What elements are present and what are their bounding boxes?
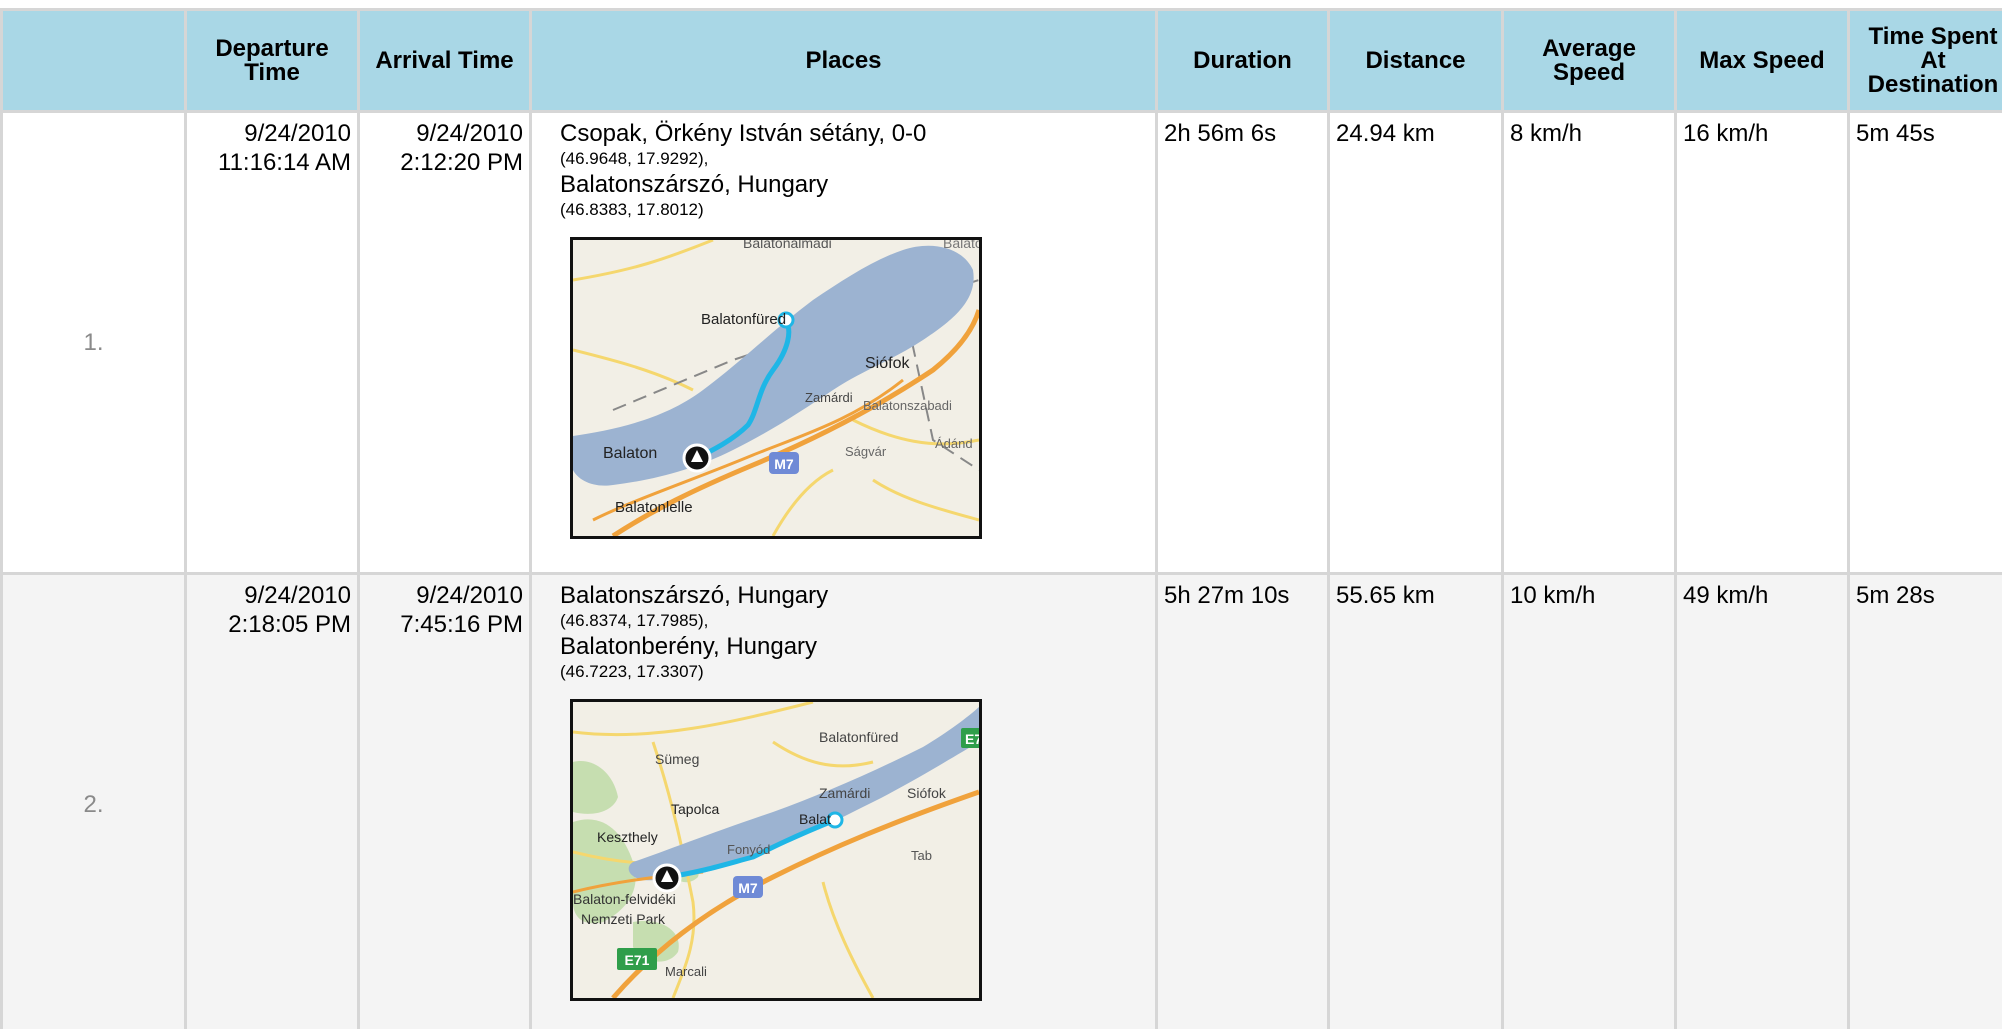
duration-cell: 2h 56m 6s <box>1155 110 1330 575</box>
departure-cell: 9/24/2010 2:18:05 PM <box>184 572 360 1029</box>
map-label: Zamárdi <box>819 785 870 801</box>
map-label: Balatonalmádi <box>743 240 832 251</box>
arrival-date: 9/24/2010 <box>416 120 523 147</box>
from-coordinates: (46.9648, 17.9292), <box>560 149 709 168</box>
time-spent-cell: 5m 28s <box>1847 572 2002 1029</box>
average-speed-cell: 8 km/h <box>1501 110 1677 575</box>
header-arrival-time[interactable]: Arrival Time <box>357 8 532 113</box>
map-label: Keszthely <box>597 829 658 845</box>
map-label: Balaton-felvidéki <box>573 891 676 907</box>
map-label: Balat <box>799 811 831 827</box>
from-place-name: Balatonszárszó, Hungary <box>560 582 829 609</box>
trips-table: Departure Time Arrival Time Places Durat… <box>0 8 2002 1029</box>
from-place-name: Csopak, Örkény István sétány, 0-0 <box>560 120 927 147</box>
map-label: M7 <box>738 880 758 896</box>
map-label: Sümeg <box>655 751 699 767</box>
map-label: Balaton <box>943 240 979 251</box>
route-map-image: M7 Balatonalmádi Balaton Balatonfüred Si… <box>573 240 979 536</box>
header-number <box>0 8 187 113</box>
map-label: Siófok <box>907 785 947 801</box>
route-map-image: M7 E7 E71 Balatonfüred Sümeg Tapolca Zam… <box>573 702 979 998</box>
table-row: 2. 9/24/2010 2:18:05 PM 9/24/2010 7:45:1… <box>0 572 2002 1029</box>
header-places[interactable]: Places <box>529 8 1158 113</box>
table-header-row: Departure Time Arrival Time Places Durat… <box>0 8 2002 113</box>
to-coordinates: (46.7223, 17.3307) <box>560 662 704 681</box>
trip-report: Departure Time Arrival Time Places Durat… <box>0 0 2002 1029</box>
distance-cell: 55.65 km <box>1327 572 1504 1029</box>
map-label: Tapolca <box>671 801 719 817</box>
map-label: Zamárdi <box>805 390 853 405</box>
map-label: Balatonszabadi <box>863 398 952 413</box>
map-label: E7 <box>965 731 979 747</box>
arrival-time: 2:12:20 PM <box>400 149 523 176</box>
arrival-time: 7:45:16 PM <box>400 611 523 638</box>
map-label: Balatonlelle <box>615 499 693 516</box>
arrival-cell: 9/24/2010 7:45:16 PM <box>357 572 532 1029</box>
map-label: Ádánd <box>935 436 973 451</box>
max-speed-cell: 49 km/h <box>1674 572 1850 1029</box>
route-map-thumbnail[interactable]: M7 E7 E71 Balatonfüred Sümeg Tapolca Zam… <box>570 699 982 1001</box>
departure-date: 9/24/2010 <box>244 120 351 147</box>
departure-cell: 9/24/2010 11:16:14 AM <box>184 110 360 575</box>
map-label: M7 <box>774 456 794 472</box>
departure-time: 11:16:14 AM <box>218 149 351 176</box>
route-map-thumbnail[interactable]: M7 Balatonalmádi Balaton Balatonfüred Si… <box>570 237 982 539</box>
map-label: Balaton <box>603 445 657 462</box>
table-row: 1. 9/24/2010 11:16:14 AM 9/24/2010 2:12:… <box>0 110 2002 575</box>
from-coordinates: (46.8374, 17.7985), <box>560 611 709 630</box>
to-place-name: Balatonszárszó, Hungary <box>560 171 829 198</box>
map-label: Balatonfüred <box>701 311 786 328</box>
to-coordinates: (46.8383, 17.8012) <box>560 200 704 219</box>
places-cell: Csopak, Örkény István sétány, 0-0 (46.96… <box>529 110 1158 575</box>
map-label: Siófok <box>865 355 910 372</box>
header-distance[interactable]: Distance <box>1327 8 1504 113</box>
distance-cell: 24.94 km <box>1327 110 1504 575</box>
places-cell: Balatonszárszó, Hungary (46.8374, 17.798… <box>529 572 1158 1029</box>
map-label: Balatonfüred <box>819 729 898 745</box>
arrival-cell: 9/24/2010 2:12:20 PM <box>357 110 532 575</box>
average-speed-cell: 10 km/h <box>1501 572 1677 1029</box>
duration-cell: 5h 27m 10s <box>1155 572 1330 1029</box>
map-label: Tab <box>911 848 932 863</box>
map-label: E71 <box>625 952 650 968</box>
map-label: Nemzeti Park <box>581 911 666 927</box>
arrival-date: 9/24/2010 <box>416 582 523 609</box>
map-label: Fonyód <box>727 842 770 857</box>
trip-number: 2. <box>0 572 187 1029</box>
departure-time: 2:18:05 PM <box>228 611 351 638</box>
map-label: Marcali <box>665 964 707 979</box>
header-time-spent[interactable]: Time Spent At Destination <box>1847 8 2002 113</box>
max-speed-cell: 16 km/h <box>1674 110 1850 575</box>
trip-number: 1. <box>0 110 187 575</box>
header-duration[interactable]: Duration <box>1155 8 1330 113</box>
header-departure-time[interactable]: Departure Time <box>184 8 360 113</box>
header-max-speed[interactable]: Max Speed <box>1674 8 1850 113</box>
to-place-name: Balatonberény, Hungary <box>560 633 818 660</box>
time-spent-cell: 5m 45s <box>1847 110 2002 575</box>
header-average-speed[interactable]: Average Speed <box>1501 8 1677 113</box>
departure-date: 9/24/2010 <box>244 582 351 609</box>
map-label: Ságvár <box>845 444 887 459</box>
